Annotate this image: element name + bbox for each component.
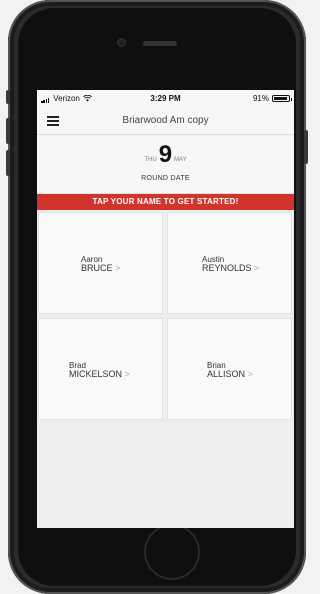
- player-card-allison[interactable]: Brian ALLISON >: [167, 318, 292, 420]
- chevron-right-icon: >: [115, 263, 121, 273]
- player-last-name: MICKELSON: [69, 369, 123, 379]
- player-last-name: BRUCE: [81, 263, 113, 273]
- earpiece-speaker: [143, 41, 177, 46]
- status-bar: Verizon 3:29 PM 91%: [37, 90, 294, 108]
- battery-icon: [272, 95, 292, 102]
- power-button: [304, 130, 308, 164]
- player-card-reynolds[interactable]: Austin REYNOLDS >: [167, 212, 292, 314]
- chevron-right-icon: >: [124, 369, 130, 379]
- instruction-banner: TAP YOUR NAME TO GET STARTED!: [37, 194, 294, 210]
- chevron-right-icon: >: [247, 369, 253, 379]
- nav-bar: Briarwood Am copy: [37, 108, 294, 135]
- round-date-label: ROUND DATE: [141, 175, 190, 182]
- app-screen: Verizon 3:29 PM 91% Briarwood Am copy TH…: [37, 90, 294, 528]
- mute-switch: [6, 90, 10, 104]
- volume-up-button: [6, 118, 10, 144]
- chevron-right-icon: >: [254, 263, 260, 273]
- player-card-bruce[interactable]: Aaron BRUCE >: [38, 212, 163, 314]
- front-camera-icon: [117, 38, 126, 47]
- player-card-mickelson[interactable]: Brad MICKELSON >: [38, 318, 163, 420]
- battery-percent: 91%: [252, 94, 269, 103]
- round-month: MAY: [174, 157, 187, 163]
- round-day-of-week: THU: [144, 157, 157, 163]
- page-title: Briarwood Am copy: [122, 115, 209, 126]
- player-last-name: REYNOLDS: [202, 263, 252, 273]
- round-date-panel: THU 9 MAY ROUND DATE: [37, 135, 294, 194]
- round-day: 9: [158, 141, 173, 168]
- home-button[interactable]: [144, 524, 200, 580]
- volume-down-button: [6, 150, 10, 176]
- player-last-name: ALLISON: [207, 369, 246, 379]
